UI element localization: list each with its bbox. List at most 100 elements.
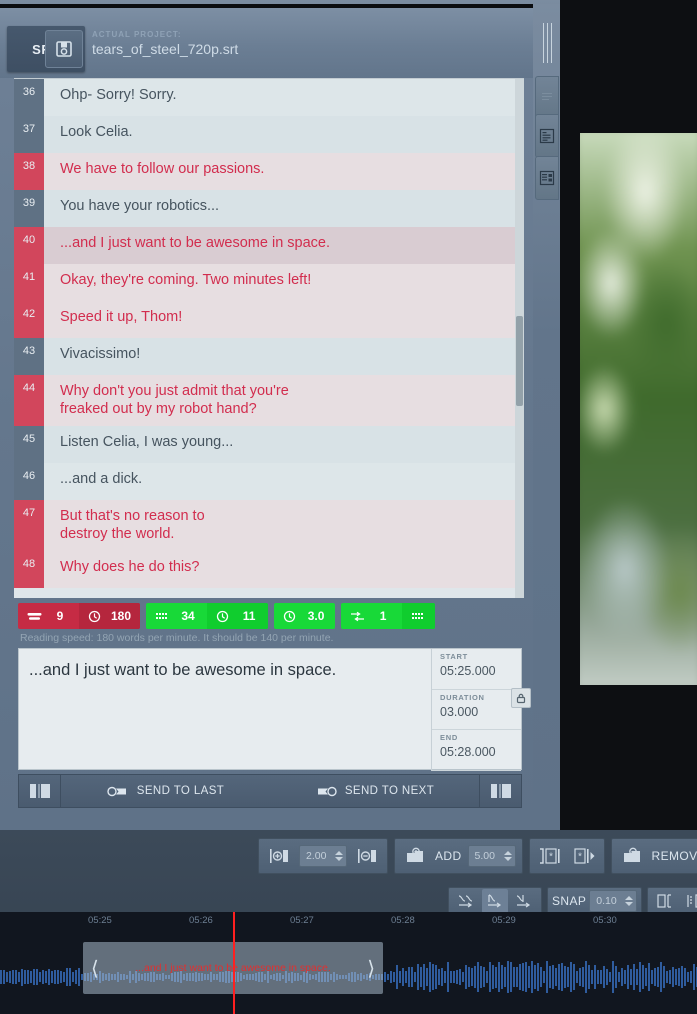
snap-value[interactable]: 0.10: [596, 895, 622, 907]
timeline-tick: 05:27: [290, 915, 314, 926]
end-value[interactable]: 05:28.000: [440, 745, 521, 759]
split-group: * *: [528, 838, 605, 874]
list-scrollbar[interactable]: [515, 79, 524, 598]
waveform-bar: [474, 966, 476, 988]
waveform-bar: [657, 967, 659, 987]
send-to-next-button[interactable]: SEND TO NEXT: [270, 784, 479, 799]
subtitle-row[interactable]: 40 ...and I just want to be awesome in sp…: [14, 227, 524, 264]
waveform-bar: [30, 970, 32, 984]
stat-value: 34: [181, 609, 195, 623]
waveform-bar: [537, 962, 539, 992]
snap-stepper-arrows[interactable]: [625, 896, 634, 906]
stat-value: 3.0: [307, 609, 325, 623]
subtitle-row[interactable]: 38 We have to follow our passions.: [14, 153, 524, 190]
remove-subtitle-button[interactable]: [618, 842, 646, 870]
split-panel-right-button[interactable]: [479, 775, 521, 807]
waveform-bar: [450, 971, 452, 983]
split-panel-left-button[interactable]: [19, 775, 61, 807]
duration-field[interactable]: DURATION 03.000: [432, 690, 521, 731]
split-before-icon: *: [539, 848, 560, 864]
subtitle-text-input[interactable]: ...and I just want to be awesome in spac…: [29, 659, 429, 759]
snap-mid-button[interactable]: [482, 889, 508, 913]
split-before-button[interactable]: *: [536, 842, 564, 870]
add-value[interactable]: 5.00: [475, 850, 501, 862]
snap-prev-button[interactable]: [453, 889, 479, 913]
snap-next-button[interactable]: [511, 889, 537, 913]
waveform-bar: [510, 962, 512, 992]
align-right-button[interactable]: [681, 889, 697, 913]
waveform-bar: [36, 969, 38, 985]
side-tab-document-list[interactable]: [535, 114, 559, 158]
svg-text:*: *: [577, 852, 583, 864]
waveform-bar: [78, 968, 80, 986]
waveform-bar: [483, 967, 485, 987]
waveform-bar: [567, 967, 569, 987]
stat-cell: 11: [207, 603, 269, 629]
shift-stepper-arrows[interactable]: [335, 851, 343, 861]
subtitle-row[interactable]: 42 Speed it up, Thom!: [14, 301, 524, 338]
send-bar: SEND TO LAST SEND TO NEXT: [18, 774, 522, 808]
shift-end-button[interactable]: [353, 842, 381, 870]
duration-value[interactable]: 03.000: [440, 705, 521, 719]
save-project-button[interactable]: [45, 30, 83, 68]
subtitle-row[interactable]: 44 Why don't you just admit that you're f…: [14, 375, 524, 426]
side-tab-document-grid[interactable]: [535, 156, 559, 200]
split-after-button[interactable]: *: [570, 842, 598, 870]
subtitle-list[interactable]: 36 Ohp- Sorry! Sorry. 37 Look Celia. 38 We ha…: [14, 78, 524, 598]
resize-right-handle[interactable]: ⟩: [359, 956, 383, 981]
add-value-stepper[interactable]: 5.00: [467, 845, 516, 867]
align-left-button[interactable]: [652, 889, 678, 913]
subtitle-row[interactable]: 46 ...and a dick.: [14, 463, 524, 500]
start-value[interactable]: 05:25.000: [440, 664, 521, 678]
snap-value-stepper[interactable]: 0.10: [589, 890, 638, 912]
waveform-bar: [663, 965, 665, 989]
subtitle-row[interactable]: 41 Okay, they're coming. Two minutes left…: [14, 264, 524, 301]
waveform-bar: [675, 969, 677, 985]
side-tab-strip: [533, 4, 560, 830]
subtitle-row[interactable]: 37 Look Celia.: [14, 116, 524, 153]
video-still-image: [580, 133, 697, 685]
clock-icon: [216, 610, 229, 622]
waveform-bar: [606, 968, 608, 986]
send-to-last-button[interactable]: SEND TO LAST: [61, 784, 270, 799]
subtitle-row[interactable]: 48 Why does he do this?: [14, 551, 524, 588]
waveform-bar: [432, 964, 434, 990]
subtitle-row-number: 41: [14, 264, 44, 301]
playhead-marker[interactable]: [233, 912, 235, 1014]
add-stepper-arrows[interactable]: [503, 851, 512, 861]
video-frame[interactable]: [580, 133, 697, 685]
add-subtitle-button[interactable]: [401, 842, 429, 870]
waveform-bar: [681, 966, 683, 988]
subtitle-row[interactable]: 36 Ohp- Sorry! Sorry.: [14, 79, 524, 116]
shift-value-stepper[interactable]: 2.00: [299, 845, 347, 867]
shift-value[interactable]: 2.00: [306, 850, 332, 862]
waveform-bar: [426, 968, 428, 986]
shift-group: 2.00: [258, 838, 388, 874]
subtitle-row[interactable]: 43 Vivacissimo!: [14, 338, 524, 375]
subtitle-row[interactable]: 39 You have your robotics...: [14, 190, 524, 227]
resize-left-handle[interactable]: ⟨: [83, 956, 107, 981]
drag-handle-icon[interactable]: [537, 12, 557, 74]
project-meta: ACTUAL PROJECT: tears_of_steel_720p.srt: [92, 30, 238, 57]
send-to-next-label: SEND TO NEXT: [344, 785, 435, 797]
waveform-bar: [390, 971, 392, 983]
waveform-bar: [489, 962, 491, 992]
start-field[interactable]: START 05:25.000: [432, 649, 521, 690]
gap-arrows-icon: [351, 611, 365, 621]
timeline-ruler[interactable]: 05:25 05:26 05:27 05:28 05:29 05:30: [0, 912, 697, 932]
list-scrollbar-thumb[interactable]: [516, 316, 523, 406]
end-field[interactable]: END 05:28.000: [432, 730, 521, 771]
subtitle-row-number: 47: [14, 500, 44, 551]
stat-value: 1: [379, 609, 387, 623]
lock-duration-button[interactable]: [511, 688, 531, 708]
waveform-bar: [39, 971, 41, 983]
snap-mid-icon: [488, 894, 502, 908]
subtitle-row[interactable]: 47 But that's no reason to destroy the wo…: [14, 500, 524, 551]
waveform-bar: [492, 964, 494, 990]
snap-label: SNAP: [552, 894, 587, 908]
subtitle-row[interactable]: 45 Listen Celia, I was young...: [14, 426, 524, 463]
waveform-bar: [582, 966, 584, 988]
waveform-bar: [15, 969, 17, 985]
shift-start-button[interactable]: [265, 842, 293, 870]
subtitle-editor[interactable]: ...and I just want to be awesome in spac…: [18, 648, 531, 771]
